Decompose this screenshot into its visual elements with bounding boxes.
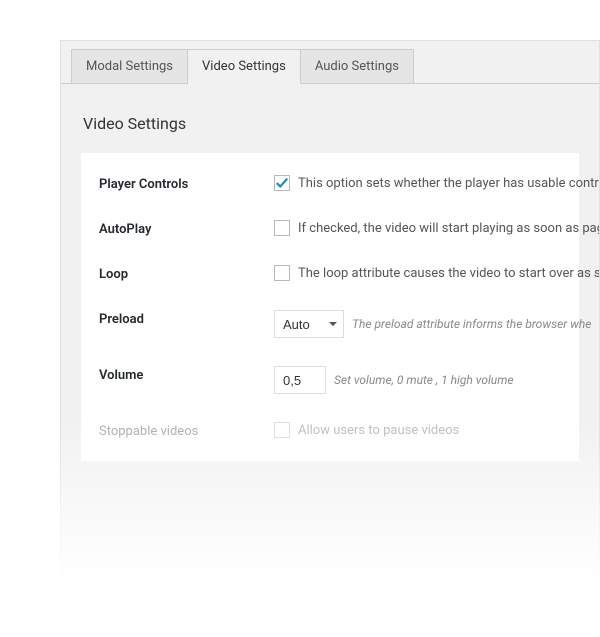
hint-preload: The preload attribute informs the browse… [352, 317, 591, 331]
settings-panel: Player Controls This option sets whether… [81, 153, 579, 461]
desc-autoplay: If checked, the video will start playing… [298, 221, 600, 236]
checkbox-loop[interactable] [274, 265, 290, 281]
tab-content: Video Settings Player Controls This opti… [61, 84, 599, 481]
label-autoplay: AutoPlay [99, 220, 274, 237]
label-volume: Volume [99, 366, 274, 383]
label-preload: Preload [99, 310, 274, 327]
control-preload: Auto The preload attribute informs the b… [274, 310, 591, 338]
checkmark-icon [275, 176, 289, 190]
label-loop: Loop [99, 265, 274, 282]
checkbox-stoppable-videos [274, 422, 290, 438]
tab-audio-settings[interactable]: Audio Settings [301, 49, 414, 83]
row-loop: Loop The loop attribute causes the video… [99, 265, 561, 282]
label-stoppable-videos: Stoppable videos [99, 422, 274, 439]
select-preload[interactable]: Auto [274, 310, 344, 338]
settings-container: Modal Settings Video Settings Audio Sett… [60, 40, 600, 600]
row-preload: Preload Auto The preload attribute infor… [99, 310, 561, 338]
tab-video-settings[interactable]: Video Settings [188, 49, 301, 84]
row-player-controls: Player Controls This option sets whether… [99, 175, 561, 192]
control-autoplay: If checked, the video will start playing… [274, 220, 600, 236]
row-volume: Volume Set volume, 0 mute , 1 high volum… [99, 366, 561, 394]
tab-modal-settings[interactable]: Modal Settings [71, 49, 188, 83]
checkbox-autoplay[interactable] [274, 220, 290, 236]
desc-loop: The loop attribute causes the video to s… [298, 266, 600, 281]
hint-volume: Set volume, 0 mute , 1 high volume [334, 373, 514, 387]
control-loop: The loop attribute causes the video to s… [274, 265, 600, 281]
desc-stoppable-videos: Allow users to pause videos [298, 423, 459, 438]
row-stoppable-videos: Stoppable videos Allow users to pause vi… [99, 422, 561, 439]
section-heading: Video Settings [83, 114, 579, 133]
input-volume[interactable] [274, 366, 326, 394]
checkbox-player-controls[interactable] [274, 175, 290, 191]
control-stoppable-videos: Allow users to pause videos [274, 422, 561, 438]
control-player-controls: This option sets whether the player has … [274, 175, 599, 191]
desc-player-controls: This option sets whether the player has … [298, 176, 599, 191]
row-autoplay: AutoPlay If checked, the video will star… [99, 220, 561, 237]
control-volume: Set volume, 0 mute , 1 high volume [274, 366, 561, 394]
label-player-controls: Player Controls [99, 175, 274, 192]
tab-bar: Modal Settings Video Settings Audio Sett… [61, 41, 599, 84]
